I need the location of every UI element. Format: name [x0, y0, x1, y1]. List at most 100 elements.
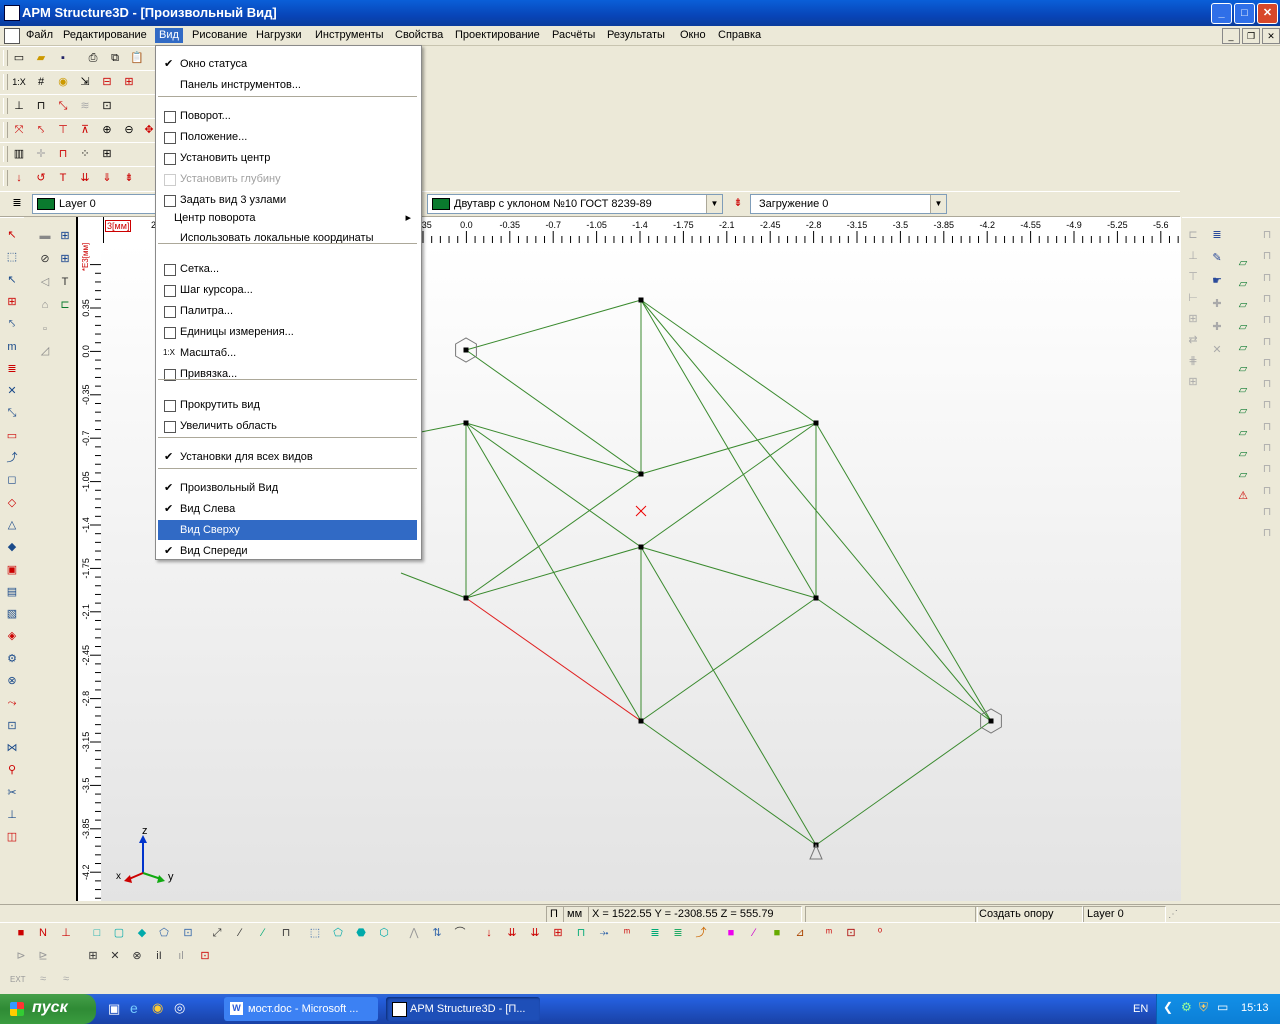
- dots-icon[interactable]: ⁘: [76, 145, 94, 163]
- bottom-tool-icon-20[interactable]: ⇊: [503, 924, 521, 942]
- split-icon[interactable]: ⊗: [3, 672, 21, 690]
- node[interactable]: [638, 544, 644, 550]
- node[interactable]: [463, 420, 469, 426]
- table-icon[interactable]: ⊞: [56, 227, 74, 245]
- bottom-tool-icon-3[interactable]: □: [88, 924, 106, 942]
- app-icon[interactable]: [4, 5, 20, 21]
- shape-box-icon[interactable]: ▱: [1234, 360, 1252, 378]
- view-menu-item[interactable]: ✔ Окно статуса: [158, 54, 417, 74]
- bottom-tool-icon-0[interactable]: ■: [12, 924, 30, 942]
- toolbar-grip[interactable]: [3, 146, 8, 162]
- bottom-row2-icon-1[interactable]: ⊵: [34, 947, 52, 965]
- join-icon[interactable]: ⋈: [3, 739, 21, 757]
- select-icon[interactable]: ↖: [3, 226, 21, 244]
- copy-icon[interactable]: ⧉: [106, 49, 124, 67]
- bottom-tool-icon-33[interactable]: ᵐ: [820, 924, 838, 942]
- member-bar[interactable]: [465, 422, 642, 475]
- plate-icon[interactable]: ◻: [3, 471, 21, 489]
- bottom-tool-icon-2[interactable]: ⊥: [57, 924, 75, 942]
- member-bar[interactable]: [465, 299, 642, 351]
- load-case-icon[interactable]: ⇟: [729, 194, 747, 212]
- member-bar[interactable]: [640, 720, 817, 846]
- cross-bar-icon[interactable]: ✕: [3, 382, 21, 400]
- section-combo[interactable]: Двутавр с уклоном №10 ГОСТ 8239-89 ▼: [427, 194, 723, 214]
- load-combo[interactable]: Загружение 0 ▼: [750, 194, 947, 214]
- tray-monitor-icon[interactable]: ▭: [1217, 1000, 1228, 1014]
- member-bar[interactable]: [465, 546, 642, 599]
- close-button[interactable]: ✕: [1257, 3, 1278, 24]
- square-icon[interactable]: ▫: [36, 320, 54, 338]
- view-menu-item[interactable]: Увеличить область: [158, 416, 417, 436]
- bottom-tool-icon-13[interactable]: ⬠: [329, 924, 347, 942]
- moment-icon[interactable]: ↺: [32, 169, 50, 187]
- select-frame-icon[interactable]: ⬚: [3, 248, 21, 266]
- position-icon[interactable]: ⊓: [32, 97, 50, 115]
- section-dropdown-arrow[interactable]: ▼: [706, 195, 722, 213]
- section-icon[interactable]: ◫: [3, 828, 21, 846]
- view-menu-item[interactable]: ✔ Произвольный Вид: [158, 478, 417, 498]
- shape-box-icon[interactable]: ▱: [1234, 339, 1252, 357]
- quad-icon[interactable]: ◇: [3, 494, 21, 512]
- bottom-row2-icon-5[interactable]: iI: [150, 947, 168, 965]
- shape-box-icon[interactable]: ▱: [1234, 318, 1252, 336]
- view-menu-item[interactable]: Единицы измерения...: [158, 322, 417, 342]
- toolbar-grip[interactable]: [3, 74, 8, 90]
- bottom-tool-icon-18[interactable]: ⌒: [451, 924, 469, 942]
- bottom-tool-icon-5[interactable]: ◆: [133, 924, 151, 942]
- toolbar-grip[interactable]: [3, 50, 8, 66]
- bottom-row2-icon-2[interactable]: ⊞: [84, 947, 102, 965]
- member-bar[interactable]: [465, 349, 642, 475]
- language-indicator[interactable]: EN: [1133, 1003, 1148, 1015]
- view-menu-item[interactable]: Задать вид 3 узлами: [158, 190, 417, 210]
- paste-icon[interactable]: 📋: [128, 49, 146, 67]
- bottom-tool-icon-32[interactable]: ⊿: [791, 924, 809, 942]
- node[interactable]: [463, 347, 469, 353]
- triangle-icon[interactable]: △: [3, 516, 21, 534]
- mesh-icon[interactable]: ▧: [3, 605, 21, 623]
- bottom-tool-icon-8[interactable]: ⤢: [208, 924, 226, 942]
- support-icon[interactable]: ⊥: [3, 806, 21, 824]
- cross-icon[interactable]: ✕: [1208, 341, 1226, 359]
- grid-icon[interactable]: #: [32, 73, 50, 91]
- wedge-icon[interactable]: ◁: [36, 273, 54, 291]
- view-menu-item[interactable]: Положение...: [158, 127, 417, 147]
- shell-icon[interactable]: ▣: [3, 561, 21, 579]
- bottom-tool-icon-24[interactable]: ⤞: [595, 924, 613, 942]
- mdi-close-button[interactable]: ✕: [1262, 28, 1280, 44]
- zoom-icon[interactable]: ⊕: [98, 121, 116, 139]
- quicklaunch-desktop-icon[interactable]: ▣: [108, 1001, 120, 1017]
- node[interactable]: [638, 471, 644, 477]
- minimize-button[interactable]: _: [1211, 3, 1232, 24]
- node-select-icon[interactable]: ⊞: [98, 145, 116, 163]
- member-bar[interactable]: [640, 422, 817, 548]
- channel-icon[interactable]: ⊏: [56, 296, 74, 314]
- view-menu-item[interactable]: ✔ Вид Спереди: [158, 541, 417, 561]
- menu-calculations[interactable]: Расчёты: [548, 28, 599, 43]
- cursor-step-icon[interactable]: ⇲: [76, 73, 94, 91]
- menu-properties[interactable]: Свойства: [391, 28, 447, 43]
- bottom-tool-icon-4[interactable]: ▢: [110, 924, 128, 942]
- view-menu-item[interactable]: Вид Сверху: [158, 520, 417, 540]
- view-menu-item[interactable]: Установить центр: [158, 148, 417, 168]
- node[interactable]: [813, 420, 819, 426]
- units-icon[interactable]: ⊟: [98, 73, 116, 91]
- bottom-tool-icon-19[interactable]: ↓: [480, 924, 498, 942]
- force-icon[interactable]: ↓: [10, 169, 28, 187]
- layer-combo[interactable]: Layer 0: [32, 194, 156, 214]
- quicklaunch-app-icon[interactable]: ◎: [174, 1000, 185, 1016]
- bottom-tool-icon-31[interactable]: ■: [768, 924, 786, 942]
- tray-arrow-icon[interactable]: ❮: [1163, 1000, 1173, 1014]
- quicklaunch-ie-icon[interactable]: e: [130, 1000, 138, 1016]
- doc-icon[interactable]: [4, 28, 20, 44]
- mass-icon[interactable]: m: [3, 338, 21, 356]
- member-bar[interactable]: [815, 720, 992, 846]
- cube-icon[interactable]: ◈: [3, 627, 21, 645]
- member-bar[interactable]: [640, 422, 817, 475]
- menu-draw[interactable]: Рисование: [188, 28, 251, 43]
- scale-icon[interactable]: 1:X: [10, 73, 28, 91]
- link-icon[interactable]: ⤳: [3, 694, 21, 712]
- member-bar[interactable]: [400, 572, 467, 599]
- task-apm[interactable]: APM Structure3D - [П...: [386, 997, 540, 1021]
- bottom-tool-icon-9[interactable]: ∕: [231, 924, 249, 942]
- view-menu-item[interactable]: Поворот...: [158, 106, 417, 126]
